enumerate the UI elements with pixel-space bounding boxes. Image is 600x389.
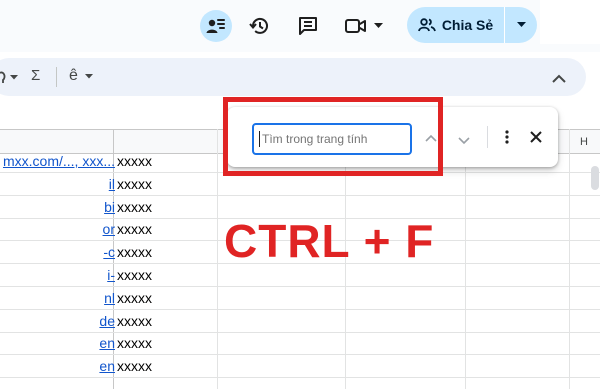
meeting-present-button[interactable] <box>200 10 232 42</box>
version-history-button[interactable] <box>244 10 276 42</box>
vertical-scrollbar-thumb[interactable] <box>591 166 599 190</box>
cell-column-b[interactable]: xxxxx <box>117 355 217 377</box>
video-camera-icon <box>345 19 366 33</box>
cell-column-b[interactable]: xxxxx <box>117 196 217 218</box>
highlight-box <box>223 97 443 176</box>
row-divider <box>0 377 600 378</box>
share-label: Chia Sẻ <box>441 17 494 33</box>
more-vert-icon <box>505 130 509 144</box>
cell-column-a[interactable]: or <box>0 218 115 240</box>
cell-column-b[interactable]: xxxxx <box>117 150 217 172</box>
chevron-up-icon <box>552 74 566 83</box>
more-options-button[interactable] <box>500 129 514 150</box>
column-divider <box>465 129 466 389</box>
cell-column-b[interactable]: xxxxx <box>117 173 217 195</box>
column-divider <box>569 129 570 389</box>
share-button[interactable]: Chia Sẻ <box>407 7 504 43</box>
share-button-group: Chia Sẻ <box>407 7 537 43</box>
caret-down-icon <box>516 22 526 27</box>
cell-column-a[interactable]: en <box>0 355 115 377</box>
functions-button[interactable]: Σ <box>31 67 40 84</box>
chevron-down-icon <box>84 73 93 78</box>
chevron-down-icon <box>458 137 470 145</box>
input-tools-icon: ê <box>69 67 78 84</box>
comment-icon <box>299 17 317 35</box>
cell-column-b[interactable]: xxxxx <box>117 264 217 286</box>
people-icon <box>417 18 436 32</box>
hide-menus-button[interactable] <box>552 70 566 88</box>
cell-column-a[interactable]: en <box>0 332 115 354</box>
toolbar-divider <box>56 67 57 87</box>
top-bar-blank-area <box>540 0 600 44</box>
next-match-button[interactable] <box>457 132 471 150</box>
cell-column-b[interactable]: xxxxx <box>117 310 217 332</box>
cell-column-a[interactable]: mxx.com/..., xxx... <box>0 150 115 172</box>
cell-column-a[interactable]: bi <box>0 196 115 218</box>
cell-column-a[interactable]: nl <box>0 287 115 309</box>
present-to-meeting-icon <box>206 19 225 33</box>
find-bar-divider <box>487 126 488 148</box>
close-icon <box>530 131 542 143</box>
chevron-down-icon <box>10 74 18 79</box>
column-header-h[interactable]: H <box>580 136 588 148</box>
chevron-down-icon <box>374 23 383 28</box>
sigma-icon: Σ <box>31 67 41 84</box>
cell-column-b[interactable]: xxxxx <box>117 287 217 309</box>
cell-column-b[interactable]: xxxxx <box>117 218 217 240</box>
close-find-button[interactable] <box>529 130 543 149</box>
borders-dropdown[interactable] <box>0 68 18 86</box>
cell-column-b[interactable]: xxxxx <box>117 332 217 354</box>
cell-column-a[interactable]: i- <box>0 264 115 286</box>
cell-column-b[interactable]: xxxxx <box>117 241 217 263</box>
shortcut-annotation: CTRL + F <box>224 215 435 267</box>
cell-column-a[interactable]: -c <box>0 241 115 263</box>
comments-button[interactable] <box>292 10 324 42</box>
column-divider <box>217 129 218 389</box>
input-tools-dropdown[interactable]: ê <box>69 66 93 86</box>
history-icon <box>249 17 268 34</box>
meet-button[interactable] <box>344 10 390 42</box>
partial-toolbar-icon <box>0 71 6 83</box>
cell-column-a[interactable]: il <box>0 173 115 195</box>
cell-column-a[interactable]: de <box>0 310 115 332</box>
